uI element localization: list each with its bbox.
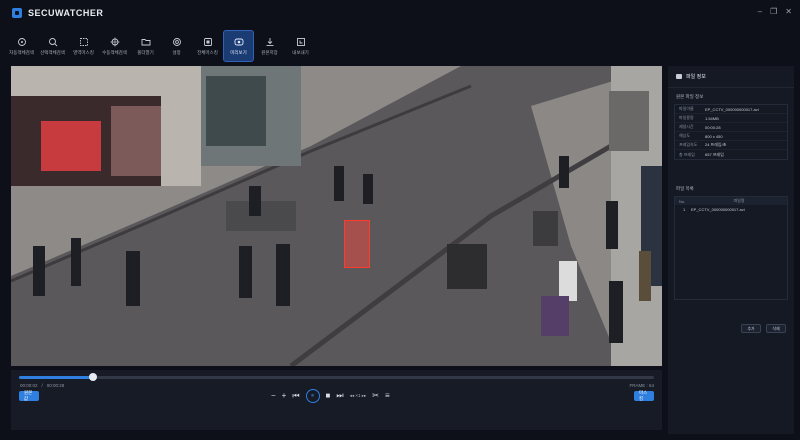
pause-icon[interactable]: ⏸	[305, 389, 320, 403]
close-icon[interactable]: ✕	[785, 8, 792, 16]
list-item[interactable]: 1 EP_CCTV_000000000017.avi	[675, 205, 787, 213]
file-info-panel: 파일 정보 원본 파일 정보 파일이름 EP_CCTV_000000000017…	[668, 66, 794, 434]
tool-label: 미리보기	[230, 49, 247, 55]
frame-counter: FRAME : 64	[629, 383, 654, 388]
tool-region-masking[interactable]: 영역마스킹	[68, 30, 99, 62]
original-view-button[interactable]: 원본값	[19, 390, 39, 401]
stop-icon[interactable]: ■	[326, 392, 331, 400]
tool-auto-object-search[interactable]: 자동객체검색	[6, 30, 37, 62]
tool-label: 자동객체검색	[9, 49, 34, 55]
select-search-icon	[48, 37, 58, 47]
seek-bar[interactable]	[19, 373, 654, 381]
info-value: 00:00:28	[705, 124, 721, 130]
detected-person-box[interactable]	[344, 220, 370, 268]
tool-open-folder[interactable]: 폴더열기	[130, 30, 161, 62]
tool-export[interactable]: 내보내기	[285, 30, 316, 62]
crosshair-icon	[17, 37, 27, 47]
info-key: 재생시간	[679, 124, 694, 129]
minimize-icon[interactable]: –	[758, 8, 762, 16]
folder-icon	[676, 74, 682, 79]
tool-label: 선택객체검색	[40, 49, 65, 55]
panel-actions: 추가 삭제	[741, 324, 786, 333]
export-icon	[296, 37, 306, 47]
download-icon	[265, 37, 275, 47]
tool-label: 수동객체검색	[102, 49, 127, 55]
tool-label: 원본저장	[261, 49, 278, 55]
info-row: 프레임속도 24 프레임/초	[675, 141, 787, 150]
video-viewport[interactable]	[11, 66, 662, 366]
tool-save-original[interactable]: 원본저장	[254, 30, 285, 62]
zoom-in-icon[interactable]: +	[282, 392, 287, 400]
column-file-name: 파일명	[733, 198, 745, 203]
logo-icon	[12, 8, 22, 18]
tool-label: 폴더열기	[137, 49, 154, 55]
add-file-button[interactable]: 추가	[741, 324, 761, 333]
info-value: 24 프레임/초	[705, 142, 727, 147]
original-info-heading: 원본 파일 정보	[676, 94, 704, 99]
info-key: 파일용량	[679, 115, 694, 120]
info-value: 1.54MB	[705, 115, 719, 121]
seek-bar-handle[interactable]	[89, 373, 98, 381]
info-key: 프레임속도	[679, 142, 698, 147]
preview-icon	[234, 37, 244, 47]
info-row: 파일이름 EP_CCTV_000000000017.avi	[675, 105, 787, 114]
previous-icon[interactable]: ⏮	[292, 392, 299, 400]
file-number: 1	[683, 206, 686, 212]
panel-header: 파일 정보	[668, 66, 794, 88]
time-display: 00:00:02 / 00:00:28	[20, 383, 64, 388]
window-controls: – ❐ ✕	[758, 8, 792, 16]
cut-icon[interactable]: ✂	[372, 392, 379, 400]
info-row: 파일용량 1.54MB	[675, 114, 787, 123]
tool-label: 설정	[172, 49, 181, 55]
file-name: EP_CCTV_000000000017.avi	[691, 206, 745, 212]
zoom-out-icon[interactable]: −	[271, 392, 276, 400]
total-time: 00:00:28	[46, 383, 65, 388]
title-bar: SECUWATCHER – ❐ ✕	[0, 0, 800, 26]
tool-full-masking[interactable]: 전체마스킹	[192, 30, 223, 62]
tool-label: 내보내기	[292, 49, 309, 55]
app-logo: SECUWATCHER	[12, 8, 103, 18]
file-list[interactable]: No. 파일명 1 EP_CCTV_000000000017.avi	[674, 196, 788, 300]
time-separator: /	[41, 383, 43, 388]
manual-search-icon	[110, 37, 120, 47]
gear-icon	[172, 37, 182, 47]
column-no: No.	[679, 198, 686, 204]
tool-settings[interactable]: 설정	[161, 30, 192, 62]
speed-control[interactable]: ◂◂ ×1 ▸▸	[350, 392, 367, 400]
folder-icon	[141, 37, 151, 47]
tool-preview[interactable]: 미리보기	[223, 30, 254, 62]
next-icon[interactable]: ⏭	[336, 392, 343, 400]
tool-select-object-search[interactable]: 선택객체검색	[37, 30, 68, 62]
info-row: 총 프레임 657 프레임	[675, 150, 787, 159]
tool-label: 영역마스킹	[73, 49, 94, 55]
app-name: SECUWATCHER	[28, 8, 104, 18]
file-list-heading: 파일 목록	[676, 186, 694, 191]
masking-view-button[interactable]: 마스킹	[634, 390, 654, 401]
info-value: 800 x 450	[705, 133, 723, 139]
playback-buttons: − + ⏮ ⏸ ■ ⏭ ◂◂ ×1 ▸▸ ✂ ≡	[271, 388, 390, 404]
delete-file-button[interactable]: 삭제	[766, 324, 786, 333]
region-mask-icon	[79, 37, 89, 47]
tool-manual-object-search[interactable]: 수동객체검색	[99, 30, 130, 62]
current-time: 00:00:02	[20, 383, 38, 388]
menu-icon[interactable]: ≡	[385, 392, 390, 400]
info-value: 657 프레임	[705, 151, 724, 157]
main-toolbar: 자동객체검색 선택객체검색 영역마스킹 수동객체검색 폴더열기 설정 전체마스킹…	[6, 30, 794, 62]
seek-bar-fill	[19, 376, 94, 379]
file-info-table: 파일이름 EP_CCTV_000000000017.avi 파일용량 1.54M…	[674, 104, 788, 160]
info-key: 파일이름	[679, 106, 694, 111]
info-row: 재생시간 00:00:28	[675, 123, 787, 132]
player-controls: 00:00:02 / 00:00:28 FRAME : 64 원본값 마스킹 −…	[11, 370, 662, 430]
tool-label: 전체마스킹	[197, 49, 218, 55]
info-key: 총 프레임	[679, 151, 695, 157]
info-row: 해상도 800 x 450	[675, 132, 787, 141]
full-mask-icon	[203, 37, 213, 47]
restore-icon[interactable]: ❐	[770, 8, 777, 16]
info-key: 해상도	[679, 133, 691, 138]
cctv-frame-image	[11, 66, 662, 366]
info-value: EP_CCTV_000000000017.avi	[705, 106, 759, 112]
file-list-header: No. 파일명	[675, 197, 787, 205]
panel-title: 파일 정보	[686, 74, 706, 80]
